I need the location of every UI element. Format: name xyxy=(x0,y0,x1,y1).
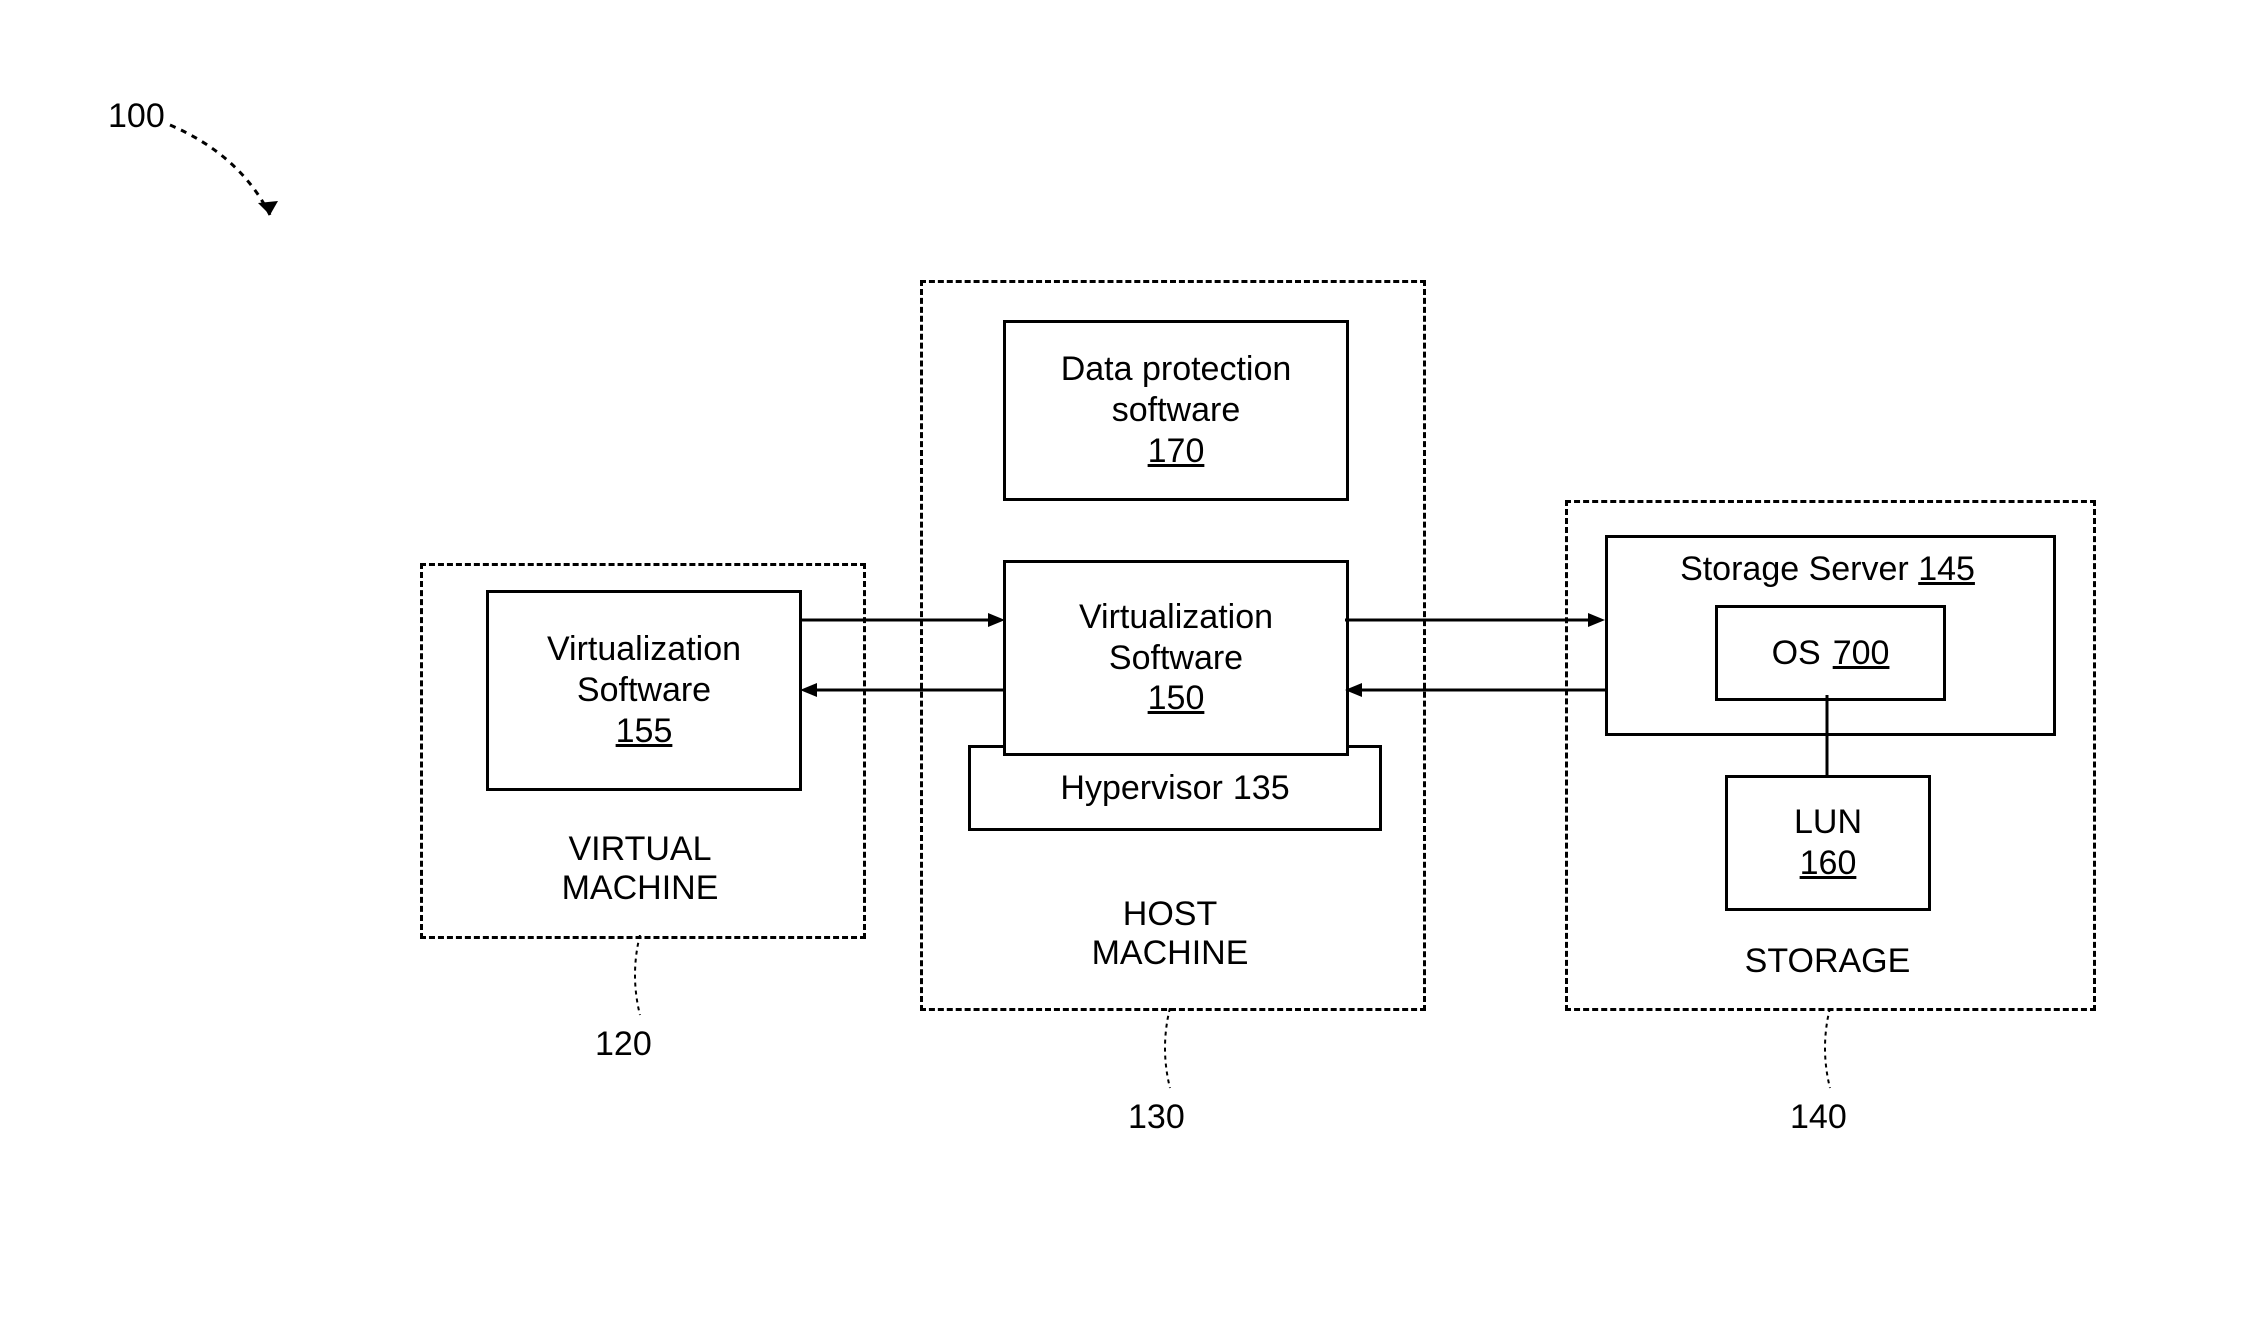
vm-virt-sw-line1: Virtualization xyxy=(547,629,741,670)
vm-ref-num: 120 xyxy=(595,1025,652,1064)
host-title-l2: MACHINE xyxy=(1092,934,1249,972)
vm-virt-software-box: Virtualization Software 155 xyxy=(486,590,802,791)
vm-virt-sw-line2: Software xyxy=(577,670,711,711)
host-virt-software-box: Virtualization Software 150 xyxy=(1003,560,1349,756)
host-title-l1: HOST xyxy=(1123,895,1217,933)
vm-virt-sw-num: 155 xyxy=(616,711,673,752)
lun-num: 160 xyxy=(1800,843,1857,884)
host-callout-line xyxy=(1150,1008,1190,1098)
dp-line2: software xyxy=(1112,390,1241,431)
host-vs-num: 150 xyxy=(1148,678,1205,719)
hypervisor-label: Hypervisor xyxy=(1060,768,1222,809)
storage-to-host-arrow xyxy=(1345,680,1605,700)
host-to-vm-arrow xyxy=(800,680,1005,700)
os-box: OS 700 xyxy=(1715,605,1946,701)
os-to-lun-line xyxy=(1825,695,1829,775)
host-machine-title: HOST MACHINE xyxy=(920,895,1420,973)
host-vs-line2: Software xyxy=(1109,638,1243,679)
vm-callout-line xyxy=(620,935,660,1025)
host-to-storage-arrow xyxy=(1345,610,1605,630)
storage-callout-line xyxy=(1810,1008,1850,1098)
virtual-machine-title: VIRTUAL MACHINE xyxy=(420,830,860,908)
storage-ref-num: 140 xyxy=(1790,1098,1847,1137)
hypervisor-box: Hypervisor 135 xyxy=(968,745,1382,831)
storage-title-text: STORAGE xyxy=(1745,942,1911,980)
host-ref-num: 130 xyxy=(1128,1098,1185,1137)
lun-label: LUN xyxy=(1794,802,1862,843)
host-vs-line1: Virtualization xyxy=(1079,597,1273,638)
os-label: OS xyxy=(1772,633,1821,674)
hypervisor-num: 135 xyxy=(1233,768,1290,809)
os-num: 700 xyxy=(1833,633,1890,674)
dp-num: 170 xyxy=(1148,431,1205,472)
vm-title-l2: MACHINE xyxy=(562,869,719,907)
storage-title: STORAGE xyxy=(1565,942,2090,981)
storage-server-label-row: Storage Server 145 xyxy=(1605,550,2050,589)
lun-box: LUN 160 xyxy=(1725,775,1931,911)
dp-line1: Data protection xyxy=(1061,349,1292,390)
data-protection-box: Data protection software 170 xyxy=(1003,320,1349,501)
storage-server-label: Storage Server xyxy=(1680,550,1909,588)
fig-ref-arrow xyxy=(160,115,300,235)
fig-ref-number: 100 xyxy=(108,97,165,136)
vm-to-host-arrow xyxy=(800,610,1005,630)
vm-title-l1: VIRTUAL xyxy=(569,830,712,868)
storage-server-num: 145 xyxy=(1918,550,1975,588)
